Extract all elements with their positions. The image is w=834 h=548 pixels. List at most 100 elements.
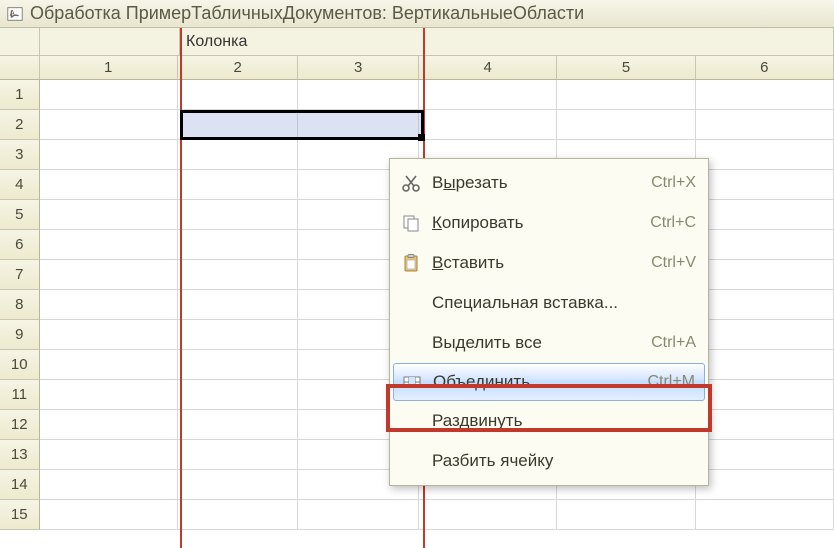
cell[interactable] bbox=[178, 260, 299, 290]
cell[interactable] bbox=[178, 410, 299, 440]
context-menu: ВырезатьCtrl+XКопироватьCtrl+CВставитьCt… bbox=[389, 158, 709, 486]
cell[interactable] bbox=[178, 200, 299, 230]
cell[interactable] bbox=[557, 110, 695, 140]
cell[interactable] bbox=[178, 320, 299, 350]
cell[interactable] bbox=[696, 80, 834, 110]
cell[interactable] bbox=[40, 260, 178, 290]
named-area-header: Колонка bbox=[0, 28, 834, 56]
row-header-5[interactable]: 5 bbox=[0, 200, 40, 230]
cell[interactable] bbox=[178, 230, 299, 260]
svg-text:A: A bbox=[10, 8, 16, 17]
cell[interactable] bbox=[178, 140, 299, 170]
cell[interactable] bbox=[696, 380, 834, 410]
cell[interactable] bbox=[696, 320, 834, 350]
cell[interactable] bbox=[178, 290, 299, 320]
table-row: 2 bbox=[0, 110, 834, 140]
cell[interactable] bbox=[419, 500, 557, 530]
col-header-3[interactable]: 3 bbox=[298, 56, 419, 80]
row-header-13[interactable]: 13 bbox=[0, 440, 40, 470]
cell[interactable] bbox=[178, 380, 299, 410]
row-header-2[interactable]: 2 bbox=[0, 110, 40, 140]
cell[interactable] bbox=[40, 500, 178, 530]
cell[interactable] bbox=[40, 230, 178, 260]
cell[interactable] bbox=[696, 410, 834, 440]
cell[interactable] bbox=[696, 500, 834, 530]
menu-item--[interactable]: КопироватьCtrl+C bbox=[390, 203, 708, 243]
window-titlebar: A Обработка ПримерТабличныхДокументов: В… bbox=[0, 0, 834, 28]
cell[interactable] bbox=[40, 200, 178, 230]
app-icon: A bbox=[6, 5, 24, 23]
cell[interactable] bbox=[178, 440, 299, 470]
cell[interactable] bbox=[557, 500, 695, 530]
row-header-4[interactable]: 4 bbox=[0, 170, 40, 200]
spreadsheet[interactable]: Колонка 1 2 3 4 5 6 12345678910111213141… bbox=[0, 28, 834, 530]
cell[interactable] bbox=[419, 110, 557, 140]
menu-item--[interactable]: Выделить всеCtrl+A bbox=[390, 323, 708, 363]
col-header-5[interactable]: 5 bbox=[557, 56, 695, 80]
cell[interactable] bbox=[40, 470, 178, 500]
cell[interactable] bbox=[696, 140, 834, 170]
cell[interactable] bbox=[419, 80, 557, 110]
cell[interactable] bbox=[40, 290, 178, 320]
cell[interactable] bbox=[178, 80, 299, 110]
cell[interactable] bbox=[178, 170, 299, 200]
row-header-9[interactable]: 9 bbox=[0, 320, 40, 350]
menu-item--[interactable]: ВставитьCtrl+V bbox=[390, 243, 708, 283]
row-header-6[interactable]: 6 bbox=[0, 230, 40, 260]
named-area-corner bbox=[0, 28, 40, 56]
cut-icon bbox=[396, 173, 426, 193]
cell[interactable] bbox=[40, 110, 178, 140]
window-title: Обработка ПримерТабличныхДокументов: Вер… bbox=[30, 3, 584, 24]
menu-item--[interactable]: Раздвинуть bbox=[390, 401, 708, 441]
col-header-4[interactable]: 4 bbox=[419, 56, 557, 80]
copy-icon bbox=[396, 213, 426, 233]
menu-item--[interactable]: ВырезатьCtrl+X bbox=[390, 163, 708, 203]
row-header-11[interactable]: 11 bbox=[0, 380, 40, 410]
row-header-1[interactable]: 1 bbox=[0, 80, 40, 110]
col-header-1[interactable]: 1 bbox=[40, 56, 178, 80]
cell[interactable] bbox=[696, 230, 834, 260]
cell[interactable] bbox=[178, 500, 299, 530]
row-header-14[interactable]: 14 bbox=[0, 470, 40, 500]
cell[interactable] bbox=[696, 200, 834, 230]
cell[interactable] bbox=[40, 380, 178, 410]
cell[interactable] bbox=[40, 80, 178, 110]
row-header-15[interactable]: 15 bbox=[0, 500, 40, 530]
cell[interactable] bbox=[40, 410, 178, 440]
col-header-6[interactable]: 6 bbox=[696, 56, 834, 80]
cell[interactable] bbox=[178, 470, 299, 500]
select-all-corner[interactable] bbox=[0, 56, 40, 80]
cell[interactable] bbox=[696, 260, 834, 290]
row-header-7[interactable]: 7 bbox=[0, 260, 40, 290]
cell[interactable] bbox=[178, 350, 299, 380]
named-area-blank bbox=[40, 28, 180, 56]
cell[interactable] bbox=[40, 350, 178, 380]
cell[interactable] bbox=[557, 80, 695, 110]
menu-item-label: Раздвинуть bbox=[432, 411, 696, 431]
row-header-12[interactable]: 12 bbox=[0, 410, 40, 440]
cell[interactable] bbox=[696, 350, 834, 380]
menu-item--[interactable]: ОбъединитьCtrl+M bbox=[393, 363, 705, 401]
menu-item--[interactable]: Специальная вставка... bbox=[390, 283, 708, 323]
row-header-3[interactable]: 3 bbox=[0, 140, 40, 170]
cell[interactable] bbox=[178, 110, 299, 140]
menu-item--[interactable]: Разбить ячейку bbox=[390, 441, 708, 481]
cell[interactable] bbox=[40, 140, 178, 170]
cell[interactable] bbox=[40, 170, 178, 200]
cell[interactable] bbox=[298, 500, 419, 530]
cell[interactable] bbox=[40, 320, 178, 350]
cell[interactable] bbox=[298, 110, 419, 140]
cell[interactable] bbox=[40, 440, 178, 470]
cell[interactable] bbox=[696, 110, 834, 140]
col-header-2[interactable]: 2 bbox=[178, 56, 299, 80]
menu-item-label: Выделить все bbox=[432, 333, 651, 353]
cell[interactable] bbox=[696, 170, 834, 200]
cell[interactable] bbox=[298, 80, 419, 110]
named-area-label-cell[interactable]: Колонка bbox=[180, 28, 424, 56]
cell[interactable] bbox=[696, 470, 834, 500]
cell[interactable] bbox=[696, 290, 834, 320]
cell[interactable] bbox=[696, 440, 834, 470]
row-header-10[interactable]: 10 bbox=[0, 350, 40, 380]
menu-item-shortcut: Ctrl+V bbox=[651, 254, 696, 272]
row-header-8[interactable]: 8 bbox=[0, 290, 40, 320]
